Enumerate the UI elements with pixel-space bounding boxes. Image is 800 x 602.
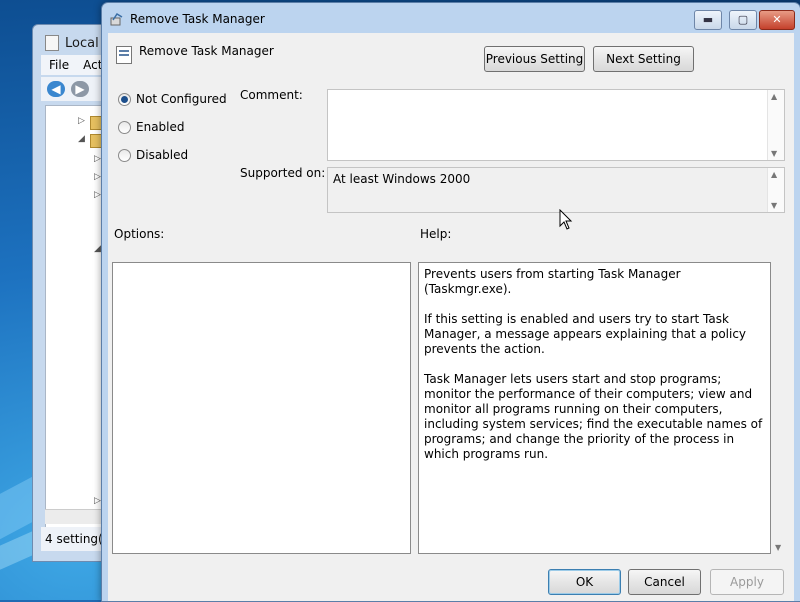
previous-setting-button[interactable]: Previous Setting xyxy=(484,46,585,72)
comment-textbox[interactable]: ▲ ▼ xyxy=(327,89,785,161)
dialog-titlebar[interactable]: Remove Task Manager ▬ ▢ ✕ xyxy=(102,3,800,33)
help-label: Help: xyxy=(420,227,452,241)
comment-scrollbar[interactable]: ▲ ▼ xyxy=(767,90,784,160)
tree-expand-icon[interactable]: ▷ xyxy=(78,116,85,126)
radio-label-disabled: Disabled xyxy=(136,148,189,162)
supported-on-label: Supported on: xyxy=(240,166,326,180)
radio-label-enabled: Enabled xyxy=(136,120,185,134)
policy-setting-icon xyxy=(110,12,123,26)
menu-file[interactable]: File xyxy=(49,58,69,72)
tree-expand-icon[interactable]: ▷ xyxy=(94,496,101,506)
close-button[interactable]: ✕ xyxy=(759,10,795,30)
scroll-up-icon[interactable]: ▲ xyxy=(771,170,777,179)
scroll-down-icon[interactable]: ▼ xyxy=(771,201,777,210)
back-arrow-icon[interactable]: ◀ xyxy=(47,81,65,97)
tree-expand-icon[interactable]: ▷ xyxy=(94,172,101,182)
tree-expand-icon[interactable]: ▷ xyxy=(94,190,101,200)
tree-expand-icon[interactable]: ▷ xyxy=(94,154,101,164)
help-pane[interactable]: Prevents users from starting Task Manage… xyxy=(418,262,771,554)
tree-collapse-icon[interactable]: ◢ xyxy=(94,244,101,254)
apply-button[interactable]: Apply xyxy=(710,569,784,595)
close-icon: ✕ xyxy=(772,13,782,26)
options-pane[interactable] xyxy=(112,262,411,554)
maximize-button[interactable]: ▢ xyxy=(729,10,757,30)
policy-setting-dialog: Remove Task Manager ▬ ▢ ✕ Remove Task Ma… xyxy=(101,2,800,602)
help-paragraph: If this setting is enabled and users try… xyxy=(424,312,747,356)
tree-collapse-icon[interactable]: ◢ xyxy=(78,134,85,144)
ok-button[interactable]: OK xyxy=(548,569,621,595)
maximize-icon: ▢ xyxy=(737,13,749,26)
help-paragraph: Prevents users from starting Task Manage… xyxy=(424,267,681,296)
scroll-down-icon[interactable]: ▼ xyxy=(775,543,781,552)
comment-label: Comment: xyxy=(240,88,303,102)
dialog-title: Remove Task Manager xyxy=(130,12,265,26)
cancel-button[interactable]: Cancel xyxy=(628,569,701,595)
help-scrollbar[interactable]: ▼ xyxy=(771,262,787,554)
scroll-down-icon[interactable]: ▼ xyxy=(771,149,777,158)
scroll-up-icon[interactable]: ▲ xyxy=(771,92,777,101)
radio-enabled[interactable]: Enabled xyxy=(118,120,185,134)
policy-editor-icon xyxy=(45,35,59,51)
supported-on-scrollbar[interactable]: ▲ ▼ xyxy=(767,168,784,212)
radio-button[interactable] xyxy=(118,120,131,134)
menu-action[interactable]: Act xyxy=(83,58,102,72)
forward-arrow-icon[interactable]: ▶ xyxy=(71,81,89,97)
supported-on-textbox: At least Windows 2000 ▲ ▼ xyxy=(327,167,785,213)
setting-header-icon xyxy=(116,46,132,64)
dialog-client-area: Remove Task Manager Previous Setting Nex… xyxy=(108,33,794,601)
radio-not-configured[interactable]: Not Configured xyxy=(118,92,227,106)
radio-button-checked[interactable] xyxy=(118,92,131,106)
minimize-icon: ▬ xyxy=(702,13,714,26)
options-label: Options: xyxy=(114,227,165,241)
radio-button[interactable] xyxy=(118,148,131,162)
help-paragraph: Task Manager lets users start and stop p… xyxy=(424,372,763,461)
help-text: Prevents users from starting Task Manage… xyxy=(424,267,769,477)
radio-disabled[interactable]: Disabled xyxy=(118,148,188,162)
mouse-cursor-icon xyxy=(559,209,573,230)
next-setting-button[interactable]: Next Setting xyxy=(593,46,694,72)
minimize-button[interactable]: ▬ xyxy=(694,10,722,30)
setting-header-title: Remove Task Manager xyxy=(139,44,274,58)
radio-label-not-configured: Not Configured xyxy=(136,92,227,106)
supported-on-value: At least Windows 2000 xyxy=(333,172,471,186)
